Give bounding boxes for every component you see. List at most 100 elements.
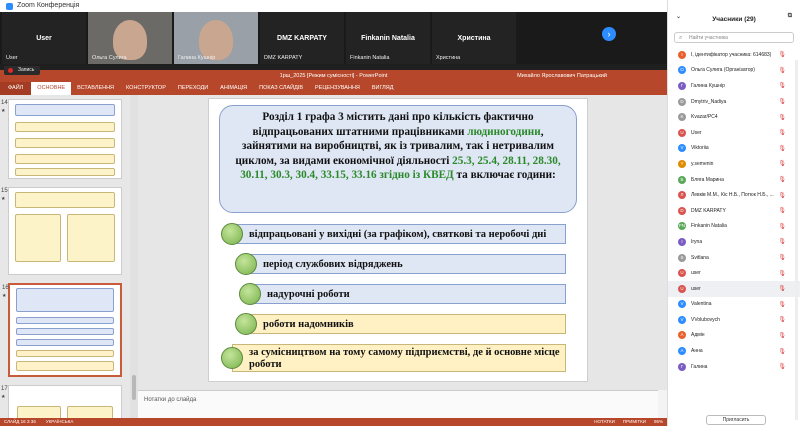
list-item: період службових відряджень (235, 253, 566, 275)
participant-row[interactable]: V Viktoriia 🎙 (668, 141, 800, 157)
status-slide: СЛАЙД 16 З 36 (4, 419, 36, 424)
tab-design[interactable]: КОНСТРУКТОР (120, 82, 172, 95)
thumb-shape (16, 288, 114, 312)
participant-row[interactable]: D Dmytriv_Nadiya 🎙 (668, 94, 800, 110)
editor-scrollbar[interactable] (658, 95, 667, 390)
avatar: D (678, 97, 686, 106)
participant-row[interactable]: А Анна 🎙 (668, 343, 800, 359)
bullet-circle (221, 223, 243, 245)
participant-row[interactable]: V Valentina 🎙 (668, 297, 800, 313)
search-icon: ⌕ (679, 35, 683, 41)
participant-row[interactable]: U User 🎙 (668, 125, 800, 141)
participant-row[interactable]: Г Галина 🎙 (668, 359, 800, 375)
zoom-logo-icon (6, 2, 13, 10)
scroll-thumb[interactable] (132, 375, 136, 400)
participant-row[interactable]: Б Бляга Марина 🎙 (668, 172, 800, 188)
thumb-shape (15, 192, 115, 208)
participant-search-input[interactable]: ⌕ Найти участника (674, 32, 794, 43)
popout-icon[interactable]: ⧉ (788, 13, 792, 20)
avatar: О (678, 66, 686, 75)
mic-muted-icon: 🎙 (778, 161, 786, 168)
slide-thumbnail[interactable]: 17 ★ (1, 385, 122, 418)
participant-name: Kvazar/PC4 (691, 114, 718, 121)
avatar: U (678, 284, 686, 293)
participants-scrollbar[interactable] (795, 60, 798, 420)
mic-muted-icon: 🎙 (778, 332, 786, 339)
tab-review[interactable]: РЕЦЕНЗУВАННЯ (309, 82, 366, 95)
video-tile[interactable]: Христина Христина (432, 12, 516, 64)
avatar: I (678, 50, 686, 59)
tab-file[interactable]: ФАЙЛ (0, 82, 32, 95)
participant-row[interactable]: S Svitlana 🎙 (668, 250, 800, 266)
participant-row[interactable]: D DMZ KARPATY 🎙 (668, 203, 800, 219)
ppt-titlebar: 1рш_2025 [Режим сумісності] - PowerPoint… (0, 70, 667, 82)
star-icon: ★ (2, 293, 7, 299)
slide-thumbnail[interactable]: 14 ★ (1, 99, 122, 179)
tile-name: DMZ KARPATY (264, 55, 303, 61)
participants-header: ⌄ Учасники (29) ⧉ (668, 0, 800, 30)
star-icon: ★ (1, 196, 6, 202)
video-tile[interactable]: Галина Кушнір (174, 12, 258, 64)
participant-row[interactable]: А Адмін 🎙 (668, 328, 800, 344)
current-slide[interactable]: Розділ 1 графа 3 містить дані про кількі… (208, 98, 588, 382)
participant-name: Бляга Марина (691, 176, 724, 183)
star-icon: ★ (1, 394, 6, 400)
participant-row[interactable]: Uuser 🎙 (668, 280, 800, 297)
participant-video (107, 12, 153, 60)
tab-view[interactable]: ВИГЛЯД (366, 82, 400, 95)
thumbnail-scrollbar[interactable] (130, 95, 138, 418)
tab-insert[interactable]: ВСТАВЛЕННЯ (71, 82, 120, 95)
video-tile[interactable]: Ольга Сулига (88, 12, 172, 64)
slide-number: 15 (1, 188, 8, 194)
participant-name: VVolubovych (691, 316, 720, 323)
avatar: Б (678, 175, 686, 184)
zoom-level[interactable]: 95% (654, 418, 663, 426)
participant-row[interactable]: Yy.semenin 🎙 (668, 156, 800, 172)
participant-name: Анна (691, 348, 703, 355)
mic-muted-icon: 🎙 (778, 301, 786, 308)
participant-row[interactable]: I I, ідентифікатор учасника: 614683) 🎙 (668, 47, 800, 63)
star-icon: ★ (1, 108, 6, 114)
chevron-right-icon[interactable]: › (602, 27, 616, 41)
avatar: Г (678, 81, 686, 90)
thumb-shape (16, 339, 114, 346)
participant-row[interactable]: V VVolubovych 🎙 (668, 312, 800, 328)
comments-button[interactable]: ПРИМІТКИ (623, 418, 646, 426)
participant-row[interactable]: О Ольга Сулига (Організатор) 🎙 (668, 63, 800, 79)
tab-animations[interactable]: АНІМАЦІЯ (214, 82, 253, 95)
window-title: Zoom Конференція (17, 2, 80, 9)
slide-thumbnail-selected[interactable]: 16 ★ (2, 283, 122, 377)
participant-row[interactable]: Uuser 🎙 (668, 265, 800, 281)
invite-button[interactable]: Пригласить (706, 415, 766, 425)
participant-name: y.semenin (691, 160, 714, 167)
avatar: K (678, 113, 686, 122)
participant-row[interactable]: FN Finkanin Natalia 🎙 (668, 219, 800, 235)
participant-row[interactable]: I Iryna 🎙 (668, 234, 800, 250)
video-tile[interactable]: User User (2, 12, 86, 64)
mic-muted-icon: 🎙 (778, 177, 786, 184)
tile-name: Ольга Сулига (92, 55, 127, 61)
recording-label: Запись (18, 67, 35, 73)
tab-home[interactable]: ОСНОВНЕ (31, 82, 72, 95)
recording-indicator[interactable]: Запись (4, 66, 41, 75)
slide-heading-box: Розділ 1 графа 3 містить дані про кількі… (219, 105, 577, 213)
notes-button[interactable]: НОТАТКИ (594, 418, 615, 426)
avatar: V (678, 144, 686, 153)
tab-transitions[interactable]: ПЕРЕХОДИ (172, 82, 214, 95)
participant-name: Dmytriv_Nadiya (691, 98, 727, 105)
participant-row[interactable]: K Kvazar/PC4 🎙 (668, 109, 800, 125)
video-tile[interactable]: DMZ KARPATY DMZ KARPATY (260, 12, 344, 64)
mic-muted-icon: 🎙 (778, 145, 786, 152)
chevron-down-icon[interactable]: ⌄ (676, 13, 681, 20)
status-language[interactable]: УКРАЇНСЬКА (46, 418, 74, 426)
participant-row[interactable]: Л Левків М.М., Кіс Н.Б., Потюк Н.Б., ... 🎙 (668, 187, 800, 203)
tab-slideshow[interactable]: ПОКАЗ СЛАЙДІВ (253, 82, 309, 95)
participant-name: Finkanin Natalia (691, 223, 727, 230)
slide-thumbnail[interactable]: 15 ★ (1, 187, 122, 275)
notes-pane[interactable]: Нотатки до слайда (138, 390, 658, 418)
tile-name: User (6, 55, 18, 61)
ppt-ribbon: ФАЙЛ ОСНОВНЕ ВСТАВЛЕННЯ КОНСТРУКТОР ПЕРЕ… (0, 82, 667, 95)
participant-row[interactable]: Г Галина Кушнір 🎙 (668, 78, 800, 94)
video-tile[interactable]: Finkanin Natalia Finkanin Natalia (346, 12, 430, 64)
avatar: I (678, 237, 686, 246)
